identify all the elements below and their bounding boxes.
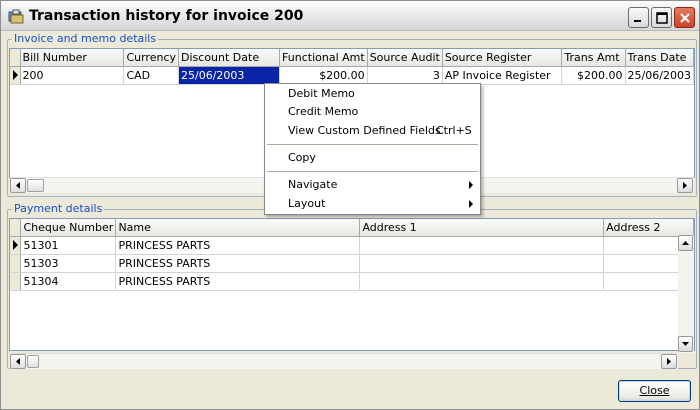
- cell-discount-date[interactable]: 25/06/2003: [178, 66, 281, 85]
- col-address-2[interactable]: Address 2: [603, 219, 694, 237]
- scroll-left-button[interactable]: [10, 178, 26, 193]
- cell-address-1[interactable]: [359, 254, 605, 273]
- cell-source-register[interactable]: AP Invoice Register: [442, 66, 563, 85]
- cell-address-1[interactable]: [359, 236, 605, 255]
- scroll-right-button[interactable]: [677, 178, 693, 193]
- app-icon[interactable]: [8, 9, 24, 25]
- close-icon: [680, 13, 690, 23]
- title-bar[interactable]: Transaction history for invoice 200: [1, 1, 699, 31]
- cell-cheque-number[interactable]: 51303: [20, 254, 117, 273]
- col-functional-amt[interactable]: Functional Amt: [279, 49, 368, 67]
- col-discount-date[interactable]: Discount Date: [178, 49, 281, 67]
- col-name[interactable]: Name: [115, 219, 361, 237]
- menu-item-copy[interactable]: Copy: [265, 149, 480, 167]
- table-row[interactable]: 200 CAD 25/06/2003 $200.00 3 AP Invoice …: [10, 66, 694, 85]
- row-indicator[interactable]: [10, 236, 22, 255]
- table-row[interactable]: 51301 PRINCESS PARTS: [10, 236, 694, 255]
- table-row[interactable]: 51303 PRINCESS PARTS: [10, 254, 694, 273]
- menu-item-credit-memo[interactable]: Credit Memo: [265, 103, 480, 121]
- cell-bill-number[interactable]: 200: [20, 66, 125, 85]
- table-row[interactable]: 51304 PRINCESS PARTS: [10, 272, 694, 291]
- scroll-up-button[interactable]: [678, 235, 693, 251]
- menu-item-label: Navigate: [288, 178, 338, 191]
- col-currency[interactable]: Currency: [123, 49, 180, 67]
- minimize-button[interactable]: [628, 7, 649, 28]
- close-window-button[interactable]: [674, 7, 695, 28]
- menu-separator: [267, 144, 478, 145]
- close-button-label: Close: [639, 384, 670, 397]
- maximize-button[interactable]: [651, 7, 672, 28]
- cell-source-audit[interactable]: 3: [367, 66, 443, 85]
- menu-item-label: Layout: [288, 197, 326, 210]
- row-header-corner: [10, 219, 22, 237]
- transaction-history-window: Transaction history for invoice 200 Invo…: [0, 0, 700, 410]
- minimize-icon: [634, 20, 641, 22]
- current-row-arrow-icon: [13, 240, 18, 250]
- arrow-left-icon: [16, 182, 20, 189]
- col-bill-number[interactable]: Bill Number: [20, 49, 125, 67]
- arrow-down-icon: [682, 342, 689, 346]
- menu-item-layout[interactable]: Layout: [265, 195, 480, 213]
- cell-name[interactable]: PRINCESS PARTS: [115, 272, 361, 291]
- scroll-down-button[interactable]: [678, 336, 693, 352]
- submenu-arrow-icon: [469, 181, 473, 189]
- maximize-icon: [656, 12, 668, 24]
- menu-item-label: Copy: [288, 151, 316, 164]
- scroll-thumb[interactable]: [27, 179, 44, 192]
- cell-address-1[interactable]: [359, 272, 605, 291]
- scroll-right-button[interactable]: [661, 354, 677, 369]
- arrow-up-icon: [682, 241, 689, 245]
- cell-trans-amt[interactable]: $200.00: [561, 66, 626, 85]
- menu-item-label: Credit Memo: [288, 105, 359, 118]
- close-button[interactable]: Close: [618, 380, 691, 402]
- context-menu: Debit Memo Credit Memo View Custom Defin…: [264, 83, 481, 215]
- col-source-register[interactable]: Source Register: [442, 49, 563, 67]
- row-indicator[interactable]: [10, 254, 22, 273]
- col-trans-date[interactable]: Trans Date: [625, 49, 694, 67]
- menu-item-debit-memo[interactable]: Debit Memo: [265, 85, 480, 103]
- submenu-arrow-icon: [469, 200, 473, 208]
- menu-item-label: Debit Memo: [288, 87, 355, 100]
- col-address-1[interactable]: Address 1: [359, 219, 605, 237]
- cell-functional-amt[interactable]: $200.00: [279, 66, 368, 85]
- cell-cheque-number[interactable]: 51304: [20, 272, 117, 291]
- payment-details-legend: Payment details: [12, 202, 105, 215]
- payment-vertical-scrollbar[interactable]: [678, 235, 694, 353]
- window-title: Transaction history for invoice 200: [29, 8, 304, 24]
- invoice-memo-legend: Invoice and memo details: [12, 32, 159, 45]
- row-indicator[interactable]: [10, 272, 22, 291]
- payment-grid[interactable]: Cheque Number Name Address 1 Address 2 5…: [9, 218, 695, 351]
- row-header-corner: [10, 49, 21, 67]
- menu-item-navigate[interactable]: Navigate: [265, 176, 480, 194]
- current-row-arrow-icon: [13, 70, 18, 80]
- payment-horizontal-scrollbar[interactable]: [10, 353, 678, 369]
- menu-separator: [267, 171, 478, 172]
- row-indicator[interactable]: [10, 66, 21, 85]
- col-cheque-number[interactable]: Cheque Number: [20, 219, 117, 237]
- cell-cheque-number[interactable]: 51301: [20, 236, 117, 255]
- menu-item-view-custom-fields[interactable]: View Custom Defined Fields Ctrl+S: [265, 122, 480, 140]
- menu-item-shortcut: Ctrl+S: [436, 124, 472, 137]
- arrow-right-icon: [683, 182, 687, 189]
- cell-name[interactable]: PRINCESS PARTS: [115, 236, 361, 255]
- scroll-left-button[interactable]: [10, 354, 26, 369]
- menu-item-label: View Custom Defined Fields: [288, 124, 441, 137]
- cell-name[interactable]: PRINCESS PARTS: [115, 254, 361, 273]
- cell-trans-date[interactable]: 25/06/2003: [625, 66, 694, 85]
- cell-currency[interactable]: CAD: [123, 66, 180, 85]
- col-trans-amt[interactable]: Trans Amt: [561, 49, 626, 67]
- arrow-left-icon: [16, 358, 20, 365]
- scroll-thumb[interactable]: [27, 355, 39, 368]
- col-source-audit[interactable]: Source Audit: [367, 49, 443, 67]
- arrow-right-icon: [667, 358, 671, 365]
